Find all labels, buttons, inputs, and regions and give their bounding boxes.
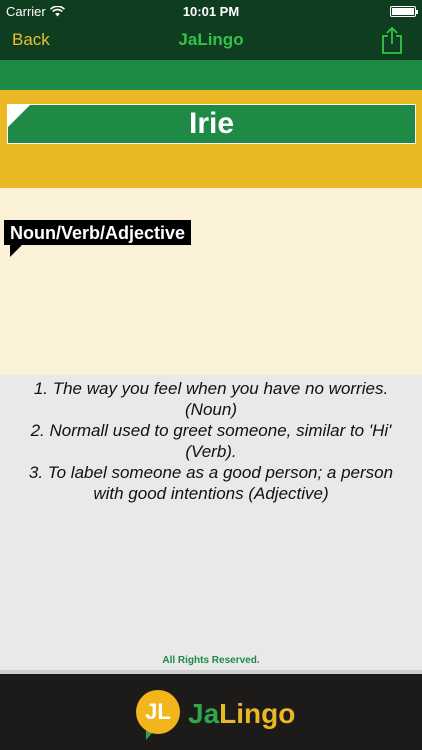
definition-text: 1. The way you feel when you have no wor… xyxy=(14,378,408,504)
definition-line: 3. To label someone as a good person; a … xyxy=(28,463,394,503)
status-bar: Carrier 10:01 PM xyxy=(0,0,422,22)
nav-title: JaLingo xyxy=(178,30,244,49)
footer-banner: JL JaLingo xyxy=(0,674,422,750)
definition-line: 2. Normall used to greet someone, simila… xyxy=(30,421,392,461)
logo-wordmark: JaLingo xyxy=(188,698,295,730)
word-box: Irie xyxy=(7,104,416,144)
part-of-speech-tag: Noun/Verb/Adjective xyxy=(4,220,192,245)
jalingo-logo: JL JaLingo xyxy=(136,690,296,740)
rights-notice: All Rights Reserved. xyxy=(162,655,260,666)
battery-icon xyxy=(390,6,418,17)
logo-ja: Ja xyxy=(188,698,220,729)
definition-line: 1. The way you feel when you have no wor… xyxy=(33,379,389,419)
logo-badge-icon: JL xyxy=(136,690,180,734)
logo-badge-text: JL xyxy=(145,699,171,724)
logo-lingo: Lingo xyxy=(219,698,296,729)
speech-tail-icon xyxy=(10,245,22,257)
word-header-band: Irie xyxy=(0,90,422,188)
navigation-bar: Back JaLingo xyxy=(0,22,422,60)
word-title: Irie xyxy=(188,107,235,140)
status-time: 10:01 PM xyxy=(182,4,240,19)
word-detail-panel: Noun/Verb/Adjective xyxy=(0,188,422,375)
green-strip xyxy=(0,60,422,90)
share-icon[interactable] xyxy=(380,26,404,54)
